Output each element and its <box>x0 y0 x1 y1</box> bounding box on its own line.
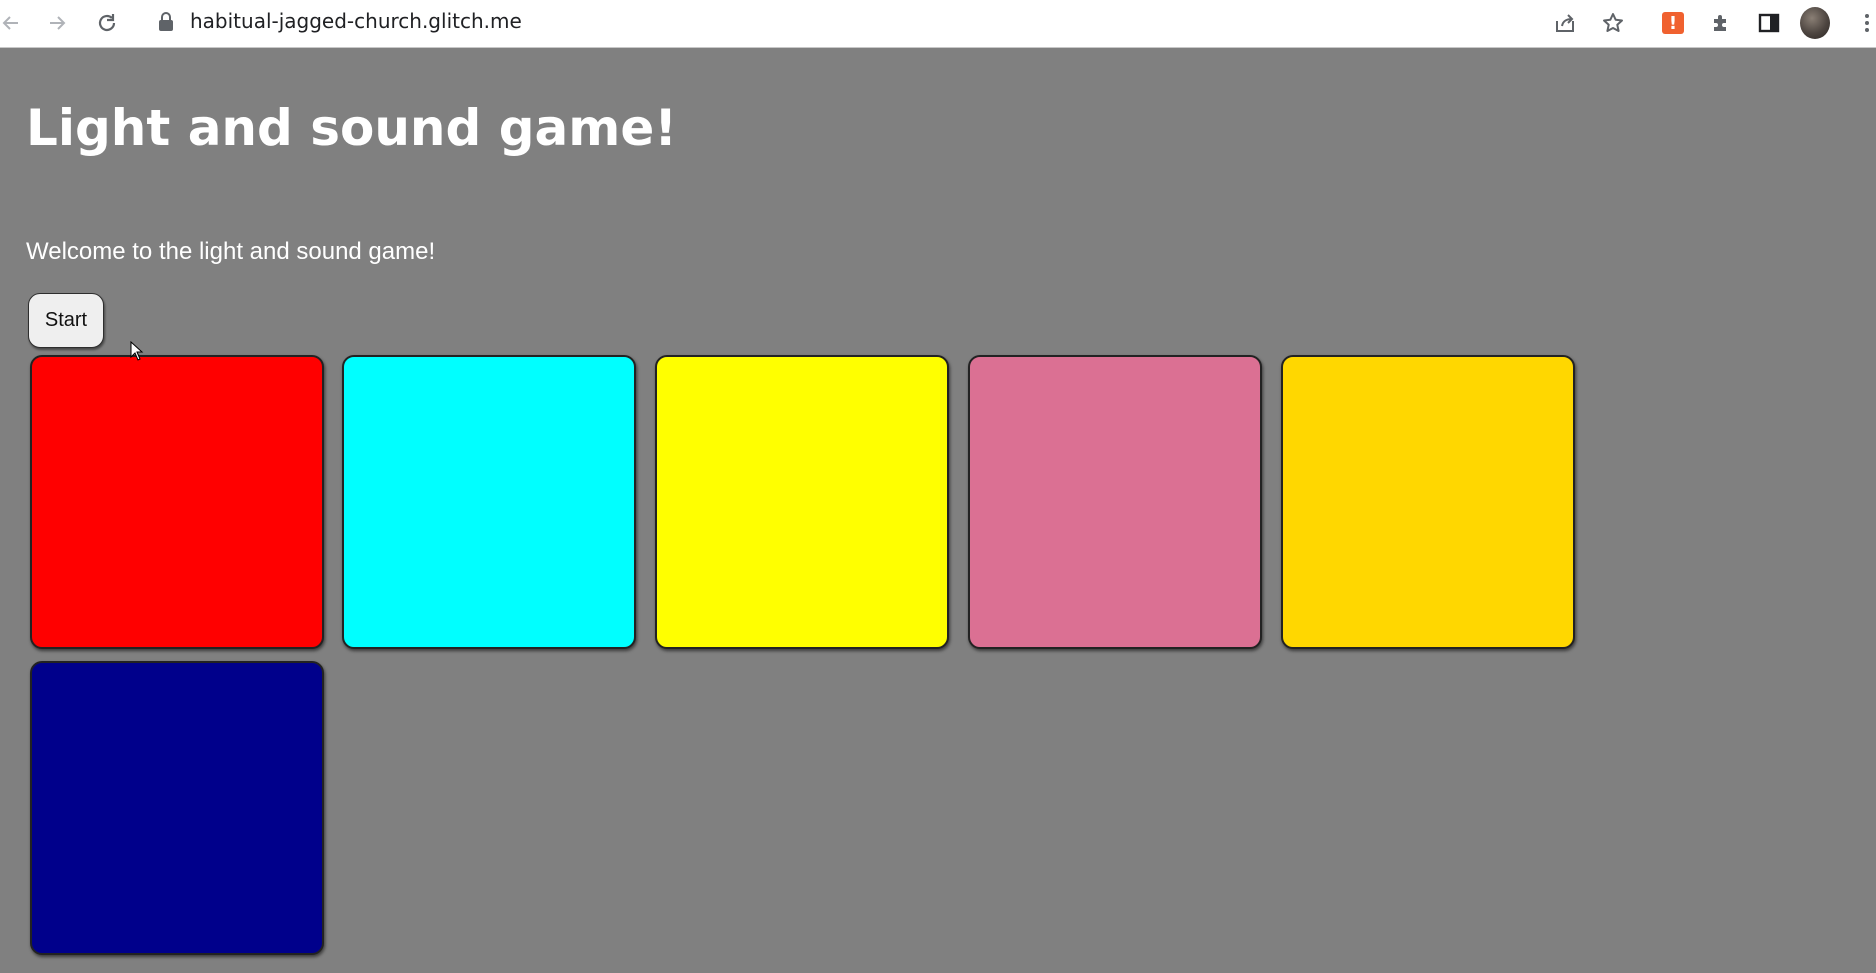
extension-alert-badge: ! <box>1662 12 1684 34</box>
kebab-menu-icon[interactable] <box>1852 8 1876 38</box>
game-button-3-yellow[interactable] <box>655 355 949 649</box>
game-button-2-cyan[interactable] <box>342 355 636 649</box>
extension-alert-icon[interactable]: ! <box>1658 8 1688 38</box>
profile-avatar[interactable] <box>1800 7 1830 39</box>
game-button-6-navy[interactable] <box>30 661 324 955</box>
mouse-cursor-icon <box>130 340 144 361</box>
address-bar-url[interactable]: habitual-jagged-church.glitch.me <box>190 10 522 32</box>
back-arrow-icon[interactable] <box>0 8 26 38</box>
game-button-4-pink[interactable] <box>968 355 1262 649</box>
welcome-message: Welcome to the light and sound game! <box>26 238 436 265</box>
start-button[interactable]: Start <box>28 293 104 348</box>
side-panel-icon[interactable] <box>1754 8 1784 38</box>
forward-arrow-icon[interactable] <box>42 8 72 38</box>
game-button-5-gold[interactable] <box>1281 355 1575 649</box>
browser-toolbar: habitual-jagged-church.glitch.me ! <box>0 0 1876 48</box>
avatar-image <box>1800 7 1830 39</box>
puzzle-extensions-icon[interactable] <box>1706 8 1736 38</box>
page-title: Light and sound game! <box>26 99 678 157</box>
reload-icon[interactable] <box>92 8 122 38</box>
game-button-1-red[interactable] <box>30 355 324 649</box>
share-icon[interactable] <box>1550 8 1580 38</box>
lock-icon[interactable] <box>158 12 174 32</box>
bookmark-star-icon[interactable] <box>1598 8 1628 38</box>
